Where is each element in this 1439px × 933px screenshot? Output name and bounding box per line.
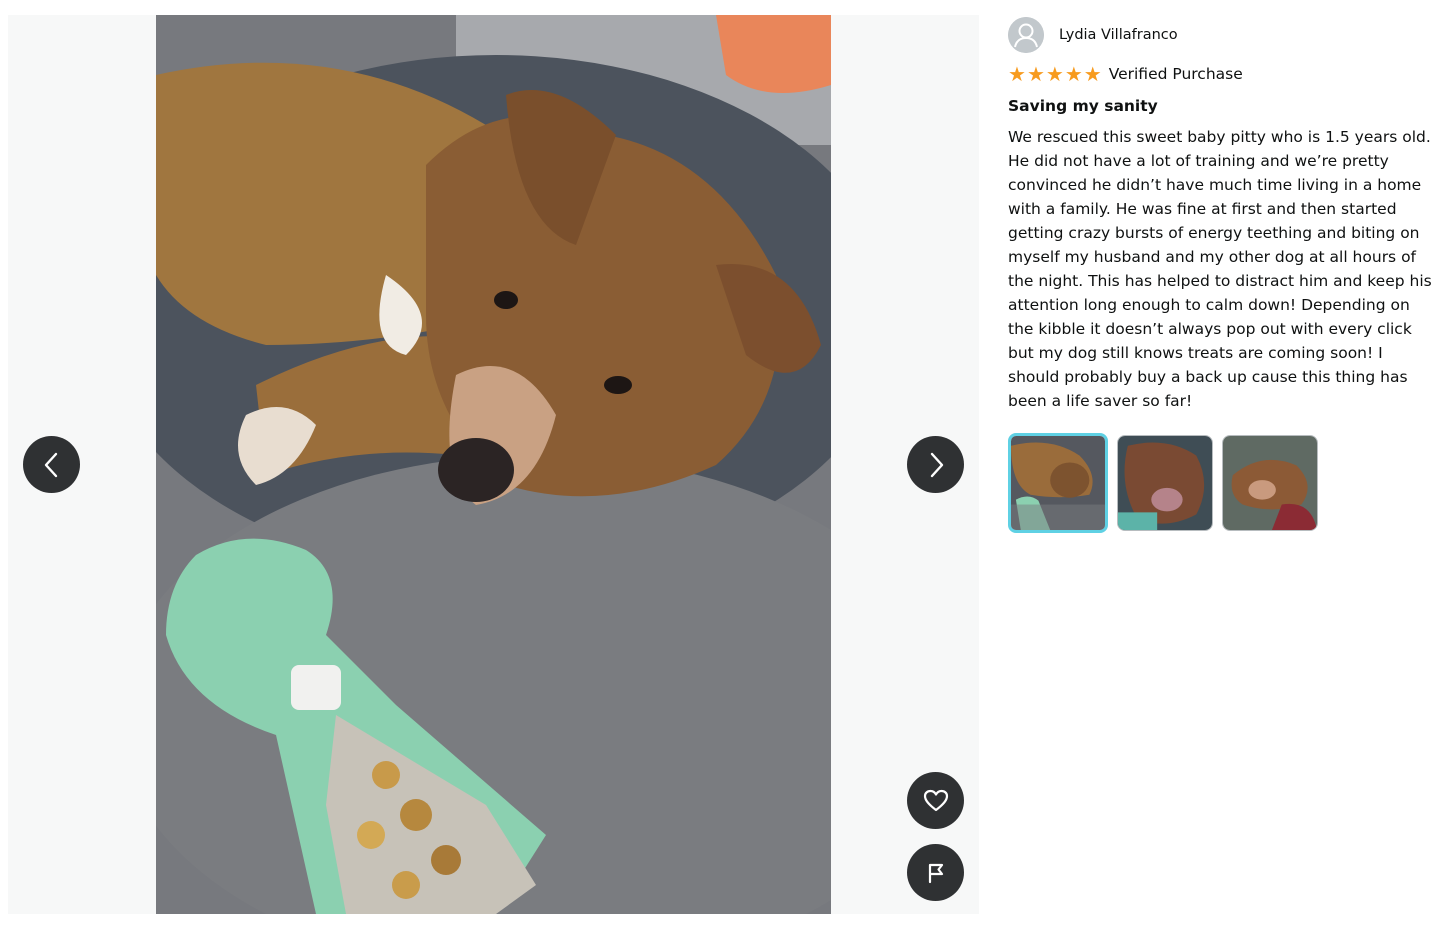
author-name[interactable]: Lydia Villafranco [1059,27,1178,43]
star-icon: ★ [1083,62,1102,86]
heart-icon [923,789,949,813]
author-row: Lydia Villafranco [1008,17,1433,53]
star-icon: ★ [1045,62,1064,86]
review-photo [156,15,831,914]
thumbnail-3[interactable] [1222,435,1318,531]
star-icon: ★ [1064,62,1083,86]
review-panel: Lydia Villafranco ★ ★ ★ ★ ★ Verified Purchas… [1008,17,1433,533]
rating-row: ★ ★ ★ ★ ★ Verified Purchase [1008,63,1433,85]
chevron-right-icon [926,452,946,478]
review-title: Saving my sanity [1008,97,1158,115]
chevron-left-icon [42,452,62,478]
thumbnail-2[interactable] [1117,435,1213,531]
report-button[interactable] [907,844,964,901]
star-icon: ★ [1008,62,1026,86]
verified-purchase-badge: Verified Purchase [1108,65,1243,83]
star-icon: ★ [1026,62,1045,86]
previous-image-button[interactable] [23,436,80,493]
star-rating[interactable]: ★ ★ ★ ★ ★ [1008,64,1102,84]
review-body: We rescued this sweet baby pitty who is … [1008,128,1432,410]
like-button[interactable] [907,772,964,829]
user-icon [1008,17,1044,53]
avatar [1008,17,1044,53]
thumbnail-strip [1008,433,1433,533]
image-viewer [8,15,979,914]
flag-icon [926,862,946,884]
next-image-button[interactable] [907,436,964,493]
thumbnail-1[interactable] [1008,433,1108,533]
